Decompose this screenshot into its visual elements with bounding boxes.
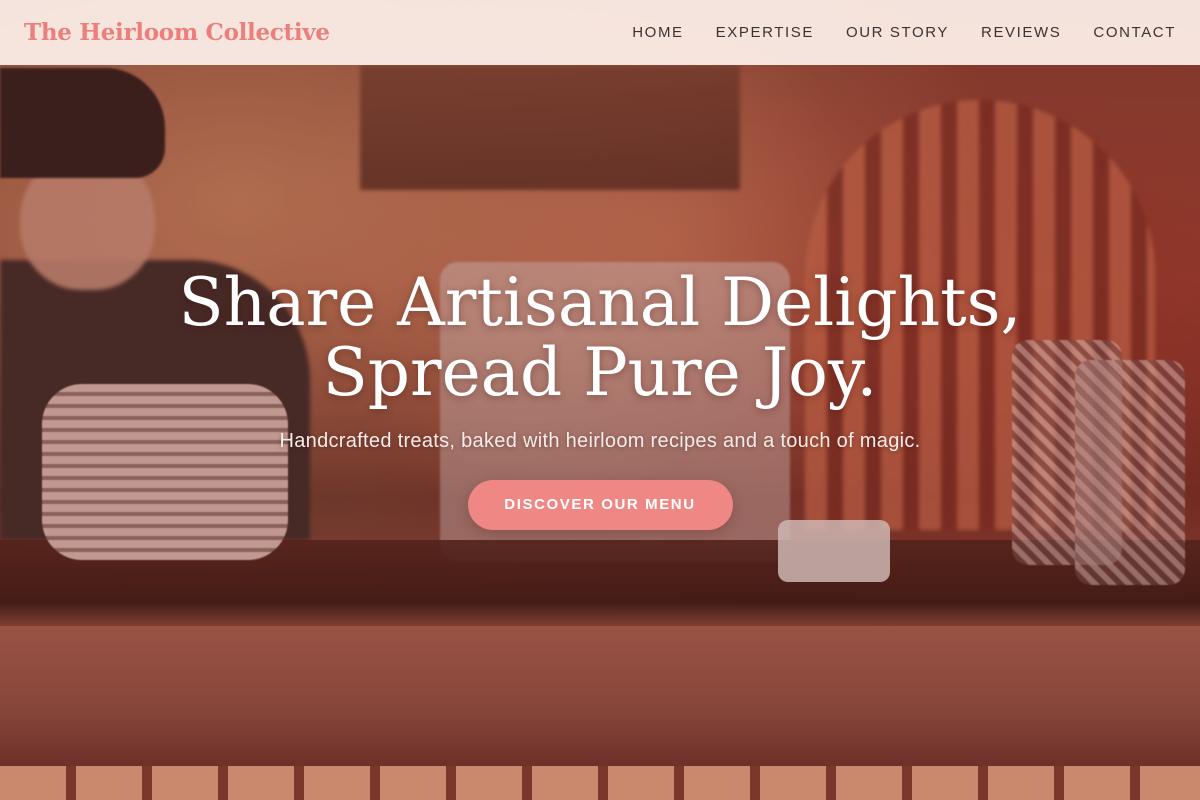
page: The Heirloom Collective HOME EXPERTISE O… (0, 0, 1200, 800)
nav-contact[interactable]: CONTACT (1093, 24, 1176, 41)
nav-expertise[interactable]: EXPERTISE (716, 24, 814, 41)
site-header: The Heirloom Collective HOME EXPERTISE O… (0, 0, 1200, 65)
hero-subtitle: Handcrafted treats, baked with heirloom … (279, 430, 921, 452)
brand-logo[interactable]: The Heirloom Collective (24, 19, 330, 46)
hero-title-line-2: Spread Pure Joy. (322, 334, 878, 411)
hero-title: Share Artisanal Delights, Spread Pure Jo… (0, 268, 1200, 408)
nav-our-story[interactable]: OUR STORY (846, 24, 949, 41)
main-nav: HOME EXPERTISE OUR STORY REVIEWS CONTACT (632, 24, 1176, 41)
hero-section: Share Artisanal Delights, Spread Pure Jo… (0, 268, 1200, 530)
hero-title-line-1: Share Artisanal Delights, (178, 264, 1022, 341)
nav-reviews[interactable]: REVIEWS (981, 24, 1061, 41)
discover-menu-button[interactable]: DISCOVER OUR MENU (467, 480, 733, 530)
nav-home[interactable]: HOME (632, 24, 683, 41)
